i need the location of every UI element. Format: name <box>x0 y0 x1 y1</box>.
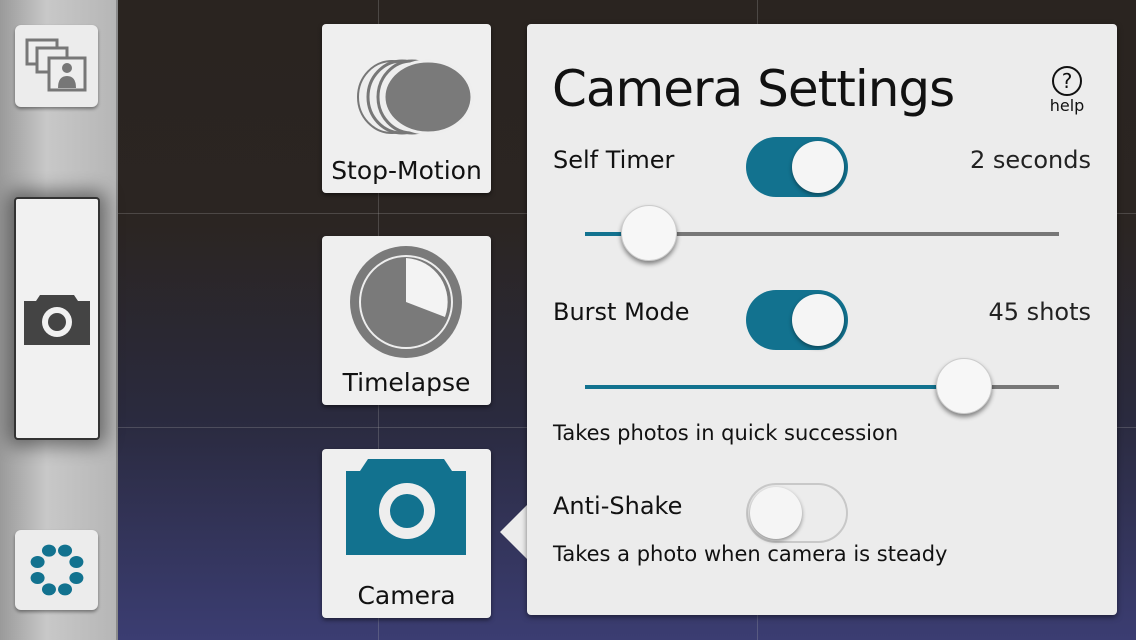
dot <box>41 544 56 557</box>
self-timer-value: 2 seconds <box>970 146 1091 174</box>
dot <box>30 555 45 568</box>
burst-mode-slider[interactable] <box>585 358 1059 414</box>
dot <box>57 583 72 596</box>
clock-icon <box>350 246 462 358</box>
dot <box>57 544 72 557</box>
mode-camera[interactable]: Camera <box>322 449 491 618</box>
burst-mode-description: Takes photos in quick succession <box>553 421 899 445</box>
mode-label: Timelapse <box>342 368 471 397</box>
dot <box>30 572 45 585</box>
toggle-knob <box>792 294 844 346</box>
help-label: help <box>1049 96 1085 115</box>
panel-title: Camera Settings <box>552 60 955 118</box>
burst-mode-value: 45 shots <box>988 298 1091 326</box>
dot <box>41 583 56 596</box>
camera-icon <box>24 294 90 345</box>
popover-arrow <box>500 504 528 560</box>
burst-mode-toggle[interactable] <box>746 290 848 350</box>
toggle-knob <box>792 141 844 193</box>
mode-stop-motion[interactable]: Stop-Motion <box>322 24 491 193</box>
mode-timelapse[interactable]: Timelapse <box>322 236 491 405</box>
gallery-icon <box>25 38 86 92</box>
stacked-circles-icon <box>357 59 474 135</box>
dot <box>68 572 83 585</box>
self-timer-toggle[interactable] <box>746 137 848 197</box>
shutter-button[interactable] <box>14 197 100 440</box>
self-timer-slider[interactable] <box>585 205 1059 261</box>
slider-fill <box>585 385 965 389</box>
slider-thumb[interactable] <box>936 358 993 414</box>
anti-shake-toggle[interactable] <box>746 483 848 543</box>
dot <box>68 555 83 568</box>
toggle-knob <box>750 487 802 539</box>
camera-icon <box>346 459 466 555</box>
anti-shake-label: Anti-Shake <box>553 492 683 520</box>
question-circle-icon: ? <box>1052 66 1082 96</box>
mode-label: Camera <box>357 581 456 610</box>
settings-button[interactable] <box>15 530 98 610</box>
camera-settings-panel: Camera Settings ? help Self Timer 2 seco… <box>527 24 1117 615</box>
help-button[interactable]: ? help <box>1047 66 1087 115</box>
slider-thumb[interactable] <box>620 205 677 261</box>
self-timer-label: Self Timer <box>553 146 675 174</box>
mode-label: Stop-Motion <box>331 156 482 185</box>
dots-ring-icon <box>30 544 83 596</box>
gallery-button[interactable] <box>15 25 98 107</box>
anti-shake-description: Takes a photo when camera is steady <box>553 542 948 566</box>
sidebar <box>0 0 118 640</box>
burst-mode-label: Burst Mode <box>553 298 690 326</box>
